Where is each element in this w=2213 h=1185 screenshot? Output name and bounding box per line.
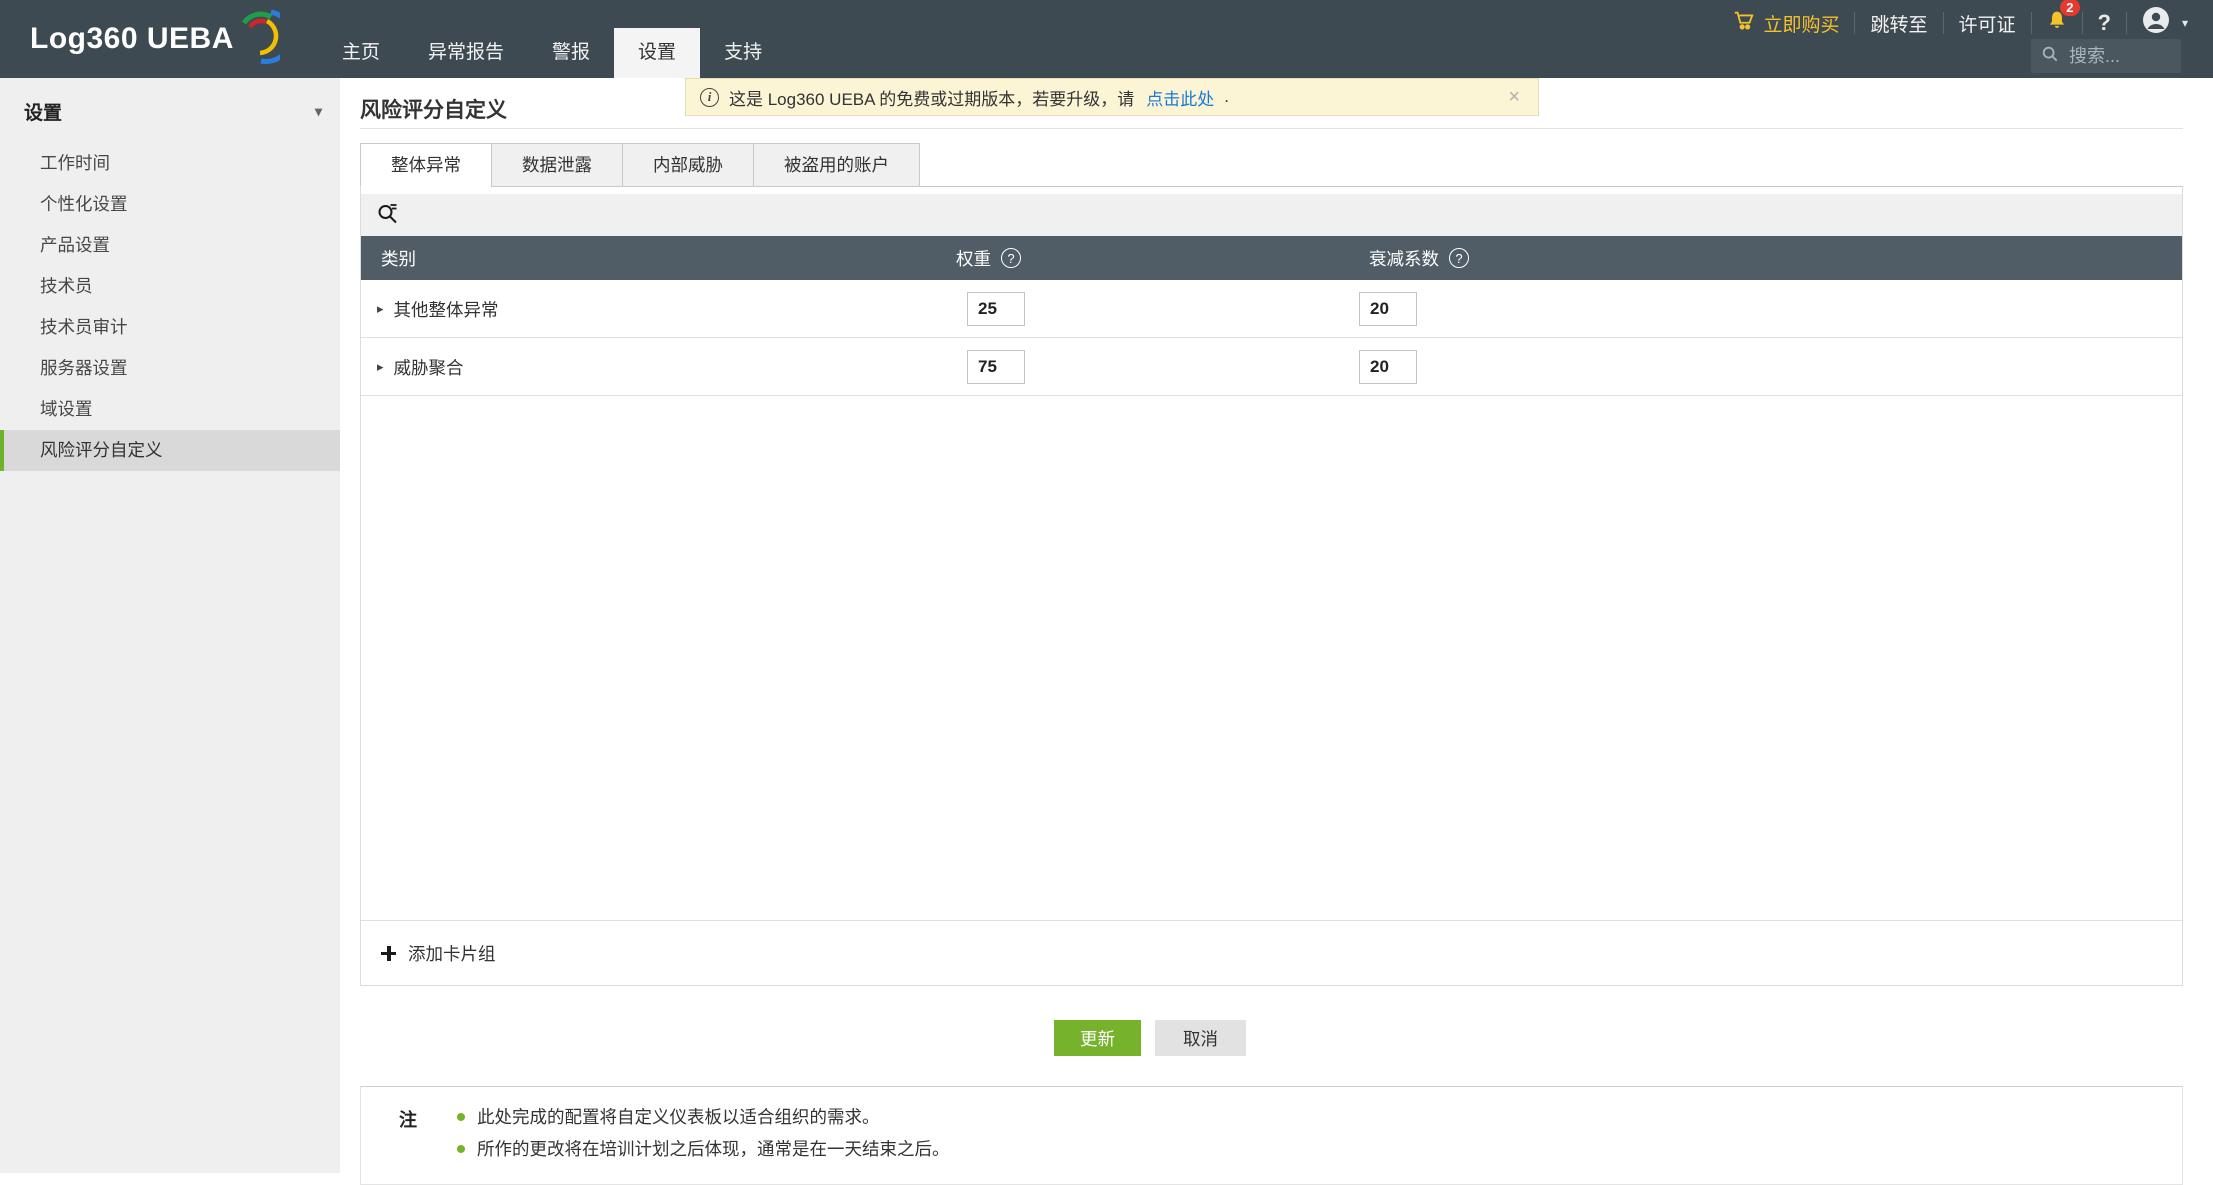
user-menu-button[interactable]: ▾ bbox=[2127, 6, 2203, 40]
close-icon[interactable]: × bbox=[1504, 86, 1524, 109]
row-category: ▸ 威胁聚合 bbox=[377, 338, 464, 396]
nav-item-home[interactable]: 主页 bbox=[318, 28, 404, 78]
category-tabs: 整体异常 数据泄露 内部威胁 被盗用的账户 bbox=[360, 142, 2183, 187]
banner-text: 这是 Log360 UEBA 的免费或过期版本，若要升级，请 bbox=[729, 85, 1134, 110]
update-button[interactable]: 更新 bbox=[1054, 1020, 1141, 1056]
tab-compromised-account[interactable]: 被盗用的账户 bbox=[753, 143, 920, 187]
header-divider bbox=[360, 128, 2183, 129]
note-box: 注 此处完成的配置将自定义仪表板以适合组织的需求。 所作的更改将在培训计划之后体… bbox=[360, 1086, 2183, 1185]
note-list: 此处完成的配置将自定义仪表板以适合组织的需求。 所作的更改将在培训计划之后体现，… bbox=[457, 1104, 950, 1162]
column-header-category: 类别 bbox=[381, 236, 416, 280]
sidebar-title: 设置 bbox=[24, 98, 62, 125]
note-text: 所作的更改将在培训计划之后体现，通常是在一天结束之后。 bbox=[477, 1136, 950, 1162]
add-card-group-label: 添加卡片组 bbox=[408, 941, 496, 966]
column-header-weight: 权重 ? bbox=[956, 236, 1021, 280]
weight-help-icon[interactable]: ? bbox=[1001, 248, 1021, 268]
expand-caret-icon[interactable]: ▸ bbox=[377, 359, 384, 375]
user-avatar-icon bbox=[2142, 6, 2170, 40]
app-logo-text: Log360 UEBA bbox=[30, 22, 234, 56]
decay-help-icon[interactable]: ? bbox=[1449, 248, 1469, 268]
banner-upgrade-link[interactable]: 点击此处 bbox=[1146, 85, 1214, 110]
page-header: 风险评分自定义 i 这是 Log360 UEBA 的免费或过期版本，若要升级，请… bbox=[360, 78, 2183, 142]
decay-input[interactable] bbox=[1359, 350, 1417, 384]
page-title: 风险评分自定义 bbox=[360, 94, 507, 124]
app-logo[interactable]: Log360 UEBA bbox=[30, 0, 280, 78]
help-button[interactable]: ? bbox=[2083, 10, 2126, 36]
buy-now-label: 立即购买 bbox=[1763, 10, 1839, 37]
table-row: ▸ 其他整体异常 bbox=[361, 280, 2182, 338]
search-icon bbox=[2041, 45, 2059, 68]
table-empty-space bbox=[361, 396, 2182, 920]
sidebar-item-technician-audit[interactable]: 技术员审计 bbox=[0, 307, 340, 348]
main-nav: 主页 异常报告 警报 设置 支持 bbox=[318, 28, 786, 78]
note-title: 注 bbox=[399, 1104, 417, 1162]
note-item: 所作的更改将在培训计划之后体现，通常是在一天结束之后。 bbox=[457, 1136, 950, 1162]
add-card-group-button[interactable]: 添加卡片组 bbox=[361, 920, 2182, 985]
column-search-icon[interactable] bbox=[377, 202, 399, 229]
decay-label: 衰减系数 bbox=[1369, 246, 1439, 271]
nav-item-support[interactable]: 支持 bbox=[700, 28, 786, 78]
license-button[interactable]: 许可证 bbox=[1944, 10, 2031, 37]
sidebar-item-product-settings[interactable]: 产品设置 bbox=[0, 225, 340, 266]
license-banner: i 这是 Log360 UEBA 的免费或过期版本，若要升级，请 点击此处 . … bbox=[685, 78, 1539, 116]
info-icon: i bbox=[700, 88, 719, 107]
search-input[interactable] bbox=[2067, 45, 2171, 68]
tab-data-leakage[interactable]: 数据泄露 bbox=[491, 143, 623, 187]
sidebar-item-personalization[interactable]: 个性化设置 bbox=[0, 184, 340, 225]
main-content: 风险评分自定义 i 这是 Log360 UEBA 的免费或过期版本，若要升级，请… bbox=[340, 78, 2213, 1173]
sidebar-item-server-settings[interactable]: 服务器设置 bbox=[0, 348, 340, 389]
cancel-button[interactable]: 取消 bbox=[1155, 1020, 1246, 1056]
nav-item-settings[interactable]: 设置 bbox=[614, 28, 700, 78]
note-text: 此处完成的配置将自定义仪表板以适合组织的需求。 bbox=[477, 1104, 880, 1130]
top-bar: Log360 UEBA 主页 异常报告 警报 设置 支持 立 bbox=[0, 0, 2213, 78]
nav-item-alerts[interactable]: 警报 bbox=[528, 28, 614, 78]
table-header: 类别 权重 ? 衰减系数 ? bbox=[361, 236, 2182, 280]
tab-overall-anomaly[interactable]: 整体异常 bbox=[360, 143, 492, 187]
notifications-button[interactable]: 2 bbox=[2032, 9, 2082, 37]
row-category: ▸ 其他整体异常 bbox=[377, 280, 499, 338]
weight-input[interactable] bbox=[967, 350, 1025, 384]
form-actions: 更新 取消 bbox=[360, 1020, 1940, 1056]
help-icon: ? bbox=[2098, 10, 2111, 36]
bullet-icon bbox=[457, 1113, 465, 1121]
weight-input[interactable] bbox=[967, 292, 1025, 326]
sidebar-item-domain-settings[interactable]: 域设置 bbox=[0, 389, 340, 430]
chevron-down-icon: ▾ bbox=[2182, 16, 2188, 30]
bell-icon: 2 bbox=[2047, 9, 2067, 37]
sidebar-item-technicians[interactable]: 技术员 bbox=[0, 266, 340, 307]
chevron-down-icon[interactable]: ▾ bbox=[315, 103, 322, 120]
notification-badge: 2 bbox=[2060, 0, 2079, 16]
banner-suffix: . bbox=[1224, 87, 1229, 107]
global-search[interactable] bbox=[2031, 39, 2181, 73]
risk-score-panel: 类别 权重 ? 衰减系数 ? ▸ 其他整体异常 bbox=[360, 187, 2183, 986]
cart-icon bbox=[1733, 9, 1755, 37]
row-category-label: 威胁聚合 bbox=[394, 355, 464, 380]
plus-icon bbox=[381, 946, 396, 961]
column-header-decay: 衰减系数 ? bbox=[1369, 236, 1469, 280]
note-item: 此处完成的配置将自定义仪表板以适合组织的需求。 bbox=[457, 1104, 950, 1130]
expand-caret-icon[interactable]: ▸ bbox=[377, 301, 384, 317]
sidebar-item-working-hours[interactable]: 工作时间 bbox=[0, 143, 340, 184]
settings-sidebar: 设置 ▾ 工作时间 个性化设置 产品设置 技术员 技术员审计 服务器设置 域设置… bbox=[0, 78, 340, 1173]
decay-input[interactable] bbox=[1359, 292, 1417, 326]
sidebar-header: 设置 ▾ bbox=[0, 78, 340, 143]
jump-to-button[interactable]: 跳转至 bbox=[1855, 10, 1942, 37]
table-toolbar bbox=[361, 194, 2182, 236]
bullet-icon bbox=[457, 1145, 465, 1153]
buy-now-button[interactable]: 立即购买 bbox=[1718, 9, 1854, 37]
weight-label: 权重 bbox=[956, 246, 991, 271]
row-category-label: 其他整体异常 bbox=[394, 297, 499, 322]
page-body: 设置 ▾ 工作时间 个性化设置 产品设置 技术员 技术员审计 服务器设置 域设置… bbox=[0, 78, 2213, 1173]
nav-item-anomaly-reports[interactable]: 异常报告 bbox=[404, 28, 528, 78]
logo-swirl-icon bbox=[238, 8, 280, 71]
table-row: ▸ 威胁聚合 bbox=[361, 338, 2182, 396]
tab-insider-threat[interactable]: 内部威胁 bbox=[622, 143, 754, 187]
sidebar-item-risk-score-customization[interactable]: 风险评分自定义 bbox=[0, 430, 340, 471]
